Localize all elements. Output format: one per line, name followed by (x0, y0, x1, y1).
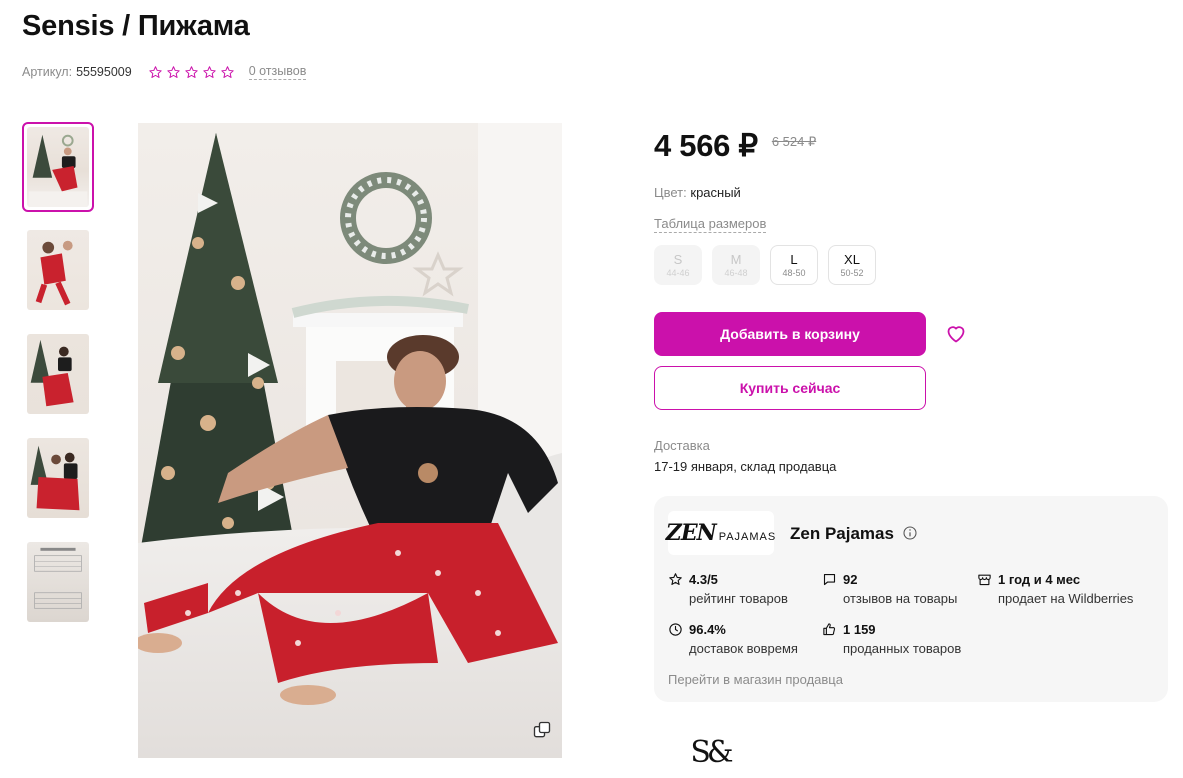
size-range: 50-52 (840, 268, 864, 278)
product-title: Sensis / Пижама (22, 10, 250, 42)
couple-scene-icon (30, 339, 74, 407)
seller-stat-rating: 4.3/5 рейтинг товаров (668, 571, 788, 607)
color-value: красный (690, 185, 741, 200)
info-icon[interactable] (902, 525, 918, 541)
star-icon (221, 65, 234, 78)
size-name: L (790, 252, 798, 267)
seller-logo-main: ZEN (665, 520, 717, 546)
delivery-date: 17-19 января, склад продавца (654, 459, 837, 474)
size-name: XL (844, 252, 860, 267)
buy-now-button[interactable]: Купить сейчас (654, 366, 926, 410)
thumbnail-image (27, 127, 89, 207)
seller-logo[interactable]: ZEN PAJAMAS (665, 511, 777, 555)
stat-value: 92 (843, 572, 858, 587)
stat-label: рейтинг товаров (689, 591, 788, 606)
thumbs-up-icon (823, 623, 836, 636)
zoom-icon[interactable] (532, 720, 552, 740)
stat-label: проданных товаров (843, 641, 962, 656)
thumbnail-image (27, 438, 89, 518)
clock-icon (669, 623, 682, 636)
stat-label: отзывов на товары (843, 591, 958, 606)
size-option-xl[interactable]: XL 50-52 (828, 245, 876, 285)
thumbnail-5-size-chart[interactable] (22, 537, 94, 627)
size-option-s[interactable]: S 44-46 (654, 245, 702, 285)
size-range: 48-50 (782, 268, 806, 278)
size-range: 46-48 (724, 268, 748, 278)
size-name: S (673, 252, 683, 267)
thumbnail-4[interactable] (22, 433, 94, 523)
seller-card: ZEN PAJAMAS Zen Pajamas 4.3/5 рейтинг тов… (654, 496, 1168, 702)
star-icon (203, 65, 216, 78)
brand-logo-text: S& (690, 735, 733, 770)
store-icon (978, 574, 991, 586)
seller-stat-sold: 1 159 проданных товаров (822, 621, 961, 657)
size-option-m[interactable]: M 46-48 (712, 245, 760, 285)
stat-value: 1 159 (843, 622, 876, 637)
thumbnail-image (27, 542, 89, 622)
main-product-image[interactable] (138, 123, 562, 758)
rating-stars[interactable] (148, 65, 235, 80)
star-icon (149, 65, 162, 78)
christmas-scene-icon (28, 134, 88, 207)
comment-icon (823, 573, 836, 586)
stat-label: продает на Wildberries (998, 591, 1134, 606)
price-block: 4 566 ₽ 6 524 ₽ (654, 128, 816, 164)
thumbnail-3[interactable] (22, 329, 94, 419)
reviews-link[interactable]: 0 отзывов (248, 64, 307, 80)
stat-label: доставок вовремя (689, 641, 798, 656)
seller-stat-tenure: 1 год и 4 мес продает на Wildberries (977, 571, 1133, 607)
size-name: M (730, 252, 742, 267)
stat-value: 4.3/5 (689, 572, 718, 587)
seller-stat-ontime: 96.4% доставок вовремя (668, 621, 798, 657)
thumbnail-2[interactable] (22, 225, 94, 315)
thumbnail-image (27, 334, 89, 414)
seller-stat-reviews: 92 отзывов на товары (822, 571, 957, 607)
couple-scene-icon (30, 445, 80, 511)
couple-scene-icon (35, 240, 73, 306)
star-icon (185, 65, 198, 78)
color-info: Цвет: красный (654, 185, 741, 200)
size-chart-icon (34, 547, 82, 609)
article-label: Артикул: (22, 65, 73, 79)
article-number: 55595009 (76, 65, 132, 79)
star-icon (167, 65, 180, 78)
thumbnail-image (27, 230, 89, 310)
size-option-l[interactable]: L 48-50 (770, 245, 818, 285)
color-label: Цвет: (654, 185, 687, 200)
add-to-cart-button[interactable]: Добавить в корзину (654, 312, 926, 356)
favorite-heart-icon[interactable] (944, 321, 968, 345)
stat-value: 1 год и 4 мес (998, 572, 1081, 587)
size-range: 44-46 (666, 268, 690, 278)
current-price: 4 566 ₽ (654, 128, 758, 163)
seller-logo-sub: PAJAMAS (718, 531, 777, 543)
brand-logo[interactable]: S& (682, 735, 738, 778)
seller-name[interactable]: Zen Pajamas (790, 524, 894, 544)
stat-value: 96.4% (689, 622, 726, 637)
go-to-shop-link[interactable]: Перейти в магазин продавца (668, 672, 843, 687)
pajama-model-photo (138, 123, 562, 758)
size-selector: S 44-46 M 46-48 L 48-50 XL 50-52 (654, 245, 876, 285)
size-table-link[interactable]: Таблица размеров (654, 216, 767, 233)
product-meta: Артикул: 55595009 0 отзывов (22, 64, 307, 80)
star-icon (669, 573, 682, 585)
thumbnail-1[interactable] (22, 122, 94, 212)
old-price: 6 524 ₽ (771, 134, 817, 149)
delivery-label: Доставка (654, 438, 710, 453)
